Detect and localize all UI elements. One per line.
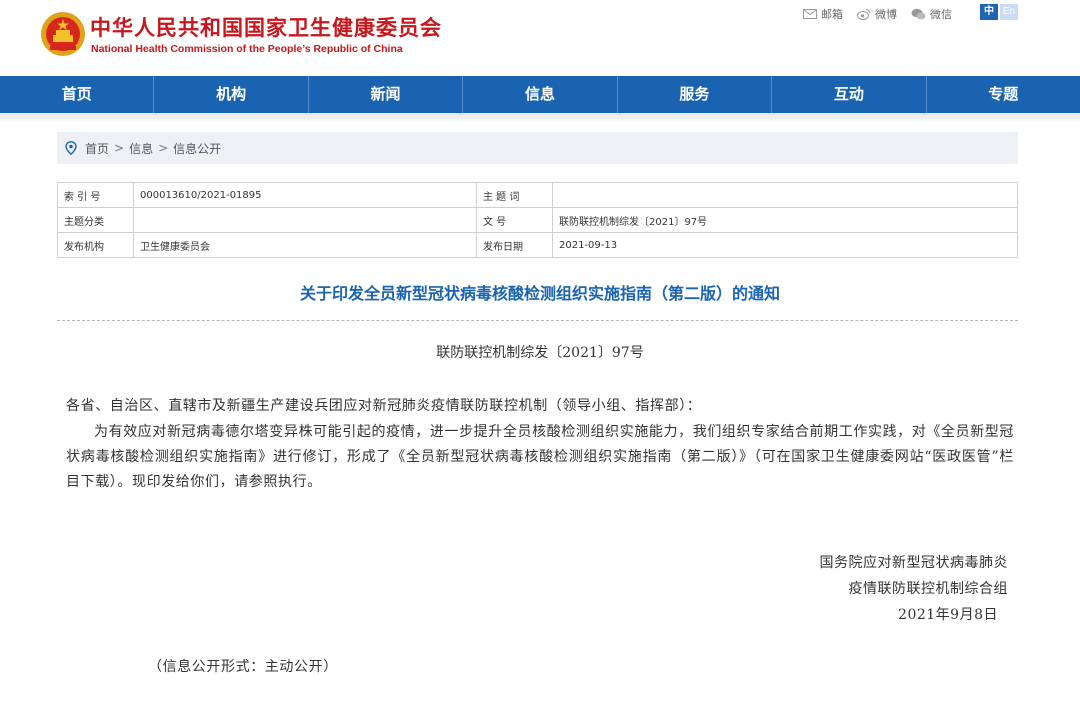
document-number: 联防联控机制综发〔2021〕97号 xyxy=(436,345,644,361)
nav-item-institutions[interactable]: 机构 xyxy=(154,76,309,113)
meta-value-keywords xyxy=(552,182,1018,208)
nav-item-interaction[interactable]: 互动 xyxy=(772,76,927,113)
site-title-english: National Health Commission of the People… xyxy=(91,43,403,55)
meta-key-category: 主题分类 xyxy=(57,207,134,233)
nav-item-services[interactable]: 服务 xyxy=(618,76,773,113)
meta-key-publisher: 发布机构 xyxy=(57,232,134,258)
wechat-link-label: 微信 xyxy=(930,8,952,21)
wechat-icon xyxy=(911,8,926,20)
breadcrumb-disclosure[interactable]: 信息公开 xyxy=(173,140,221,157)
mail-link[interactable]: 邮箱 xyxy=(803,6,843,22)
meta-value-doc-number: 联防联控机制综发〔2021〕97号 xyxy=(552,207,1018,233)
location-pin-icon xyxy=(65,141,77,155)
signature-line-1: 国务院应对新型冠状病毒肺炎 xyxy=(819,555,1008,571)
table-row: 发布机构 卫生健康委员会 发布日期 2021-09-13 xyxy=(57,232,1018,258)
signature-date: 2021年9月8日 xyxy=(898,607,998,623)
top-links: 邮箱 微博 微信 xyxy=(803,6,952,22)
disclosure-type: （信息公开形式：主动公开） xyxy=(148,659,338,675)
document-metadata-table: 索 引 号 000013610/2021-01895 主 题 词 主题分类 文 … xyxy=(57,182,1018,258)
table-row: 索 引 号 000013610/2021-01895 主 题 词 xyxy=(57,182,1018,208)
meta-key-keywords: 主 题 词 xyxy=(476,182,553,208)
national-emblem-icon[interactable] xyxy=(40,11,86,57)
breadcrumb-separator: > xyxy=(114,141,125,155)
nav-shadow xyxy=(0,113,1080,123)
document-body-paragraph: 为有效应对新冠病毒德尔塔变异株可能引起的疫情，进一步提升全员核酸检测组织实施能力… xyxy=(66,424,1014,490)
meta-value-publish-date: 2021-09-13 xyxy=(552,232,1018,258)
meta-value-category xyxy=(133,207,477,233)
meta-key-doc-number: 文 号 xyxy=(476,207,553,233)
language-switcher: 中 En xyxy=(980,4,1018,20)
nav-item-home[interactable]: 首页 xyxy=(0,76,155,113)
meta-value-publisher: 卫生健康委员会 xyxy=(133,232,477,258)
mail-icon xyxy=(803,9,817,19)
mail-link-label: 邮箱 xyxy=(821,8,843,21)
nav-item-information[interactable]: 信息 xyxy=(463,76,618,113)
meta-key-index: 索 引 号 xyxy=(57,182,134,208)
title-divider xyxy=(57,320,1018,321)
site-title[interactable]: 中华人民共和国国家卫生健康委员会 xyxy=(90,12,442,42)
signature-line-2: 疫情联防联控机制综合组 xyxy=(848,581,1008,597)
breadcrumb: 首页 > 信息 > 信息公开 xyxy=(57,132,1018,164)
lang-chinese-button[interactable]: 中 xyxy=(980,4,998,20)
table-row: 主题分类 文 号 联防联控机制综发〔2021〕97号 xyxy=(57,207,1018,233)
meta-value-index: 000013610/2021-01895 xyxy=(133,182,477,208)
meta-key-publish-date: 发布日期 xyxy=(476,232,553,258)
nav-item-news[interactable]: 新闻 xyxy=(309,76,464,113)
weibo-link-label: 微博 xyxy=(875,8,897,21)
site-header: 中华人民共和国国家卫生健康委员会 National Health Commiss… xyxy=(0,0,1080,76)
lang-english-button[interactable]: En xyxy=(1000,4,1018,20)
weibo-icon xyxy=(857,8,871,20)
weibo-link[interactable]: 微博 xyxy=(857,6,897,22)
document-title: 关于印发全员新型冠状病毒核酸检测组织实施指南（第二版）的通知 xyxy=(299,284,780,303)
main-nav: 首页 机构 新闻 信息 服务 互动 专题 xyxy=(0,76,1080,113)
breadcrumb-separator: > xyxy=(158,141,169,155)
document-addressee: 各省、自治区、直辖市及新疆生产建设兵团应对新冠肺炎疫情联防联控机制（领导小组、指… xyxy=(66,398,702,414)
wechat-link[interactable]: 微信 xyxy=(911,6,952,22)
breadcrumb-information[interactable]: 信息 xyxy=(129,140,153,157)
nav-item-topics[interactable]: 专题 xyxy=(927,76,1080,113)
breadcrumb-home[interactable]: 首页 xyxy=(85,140,109,157)
